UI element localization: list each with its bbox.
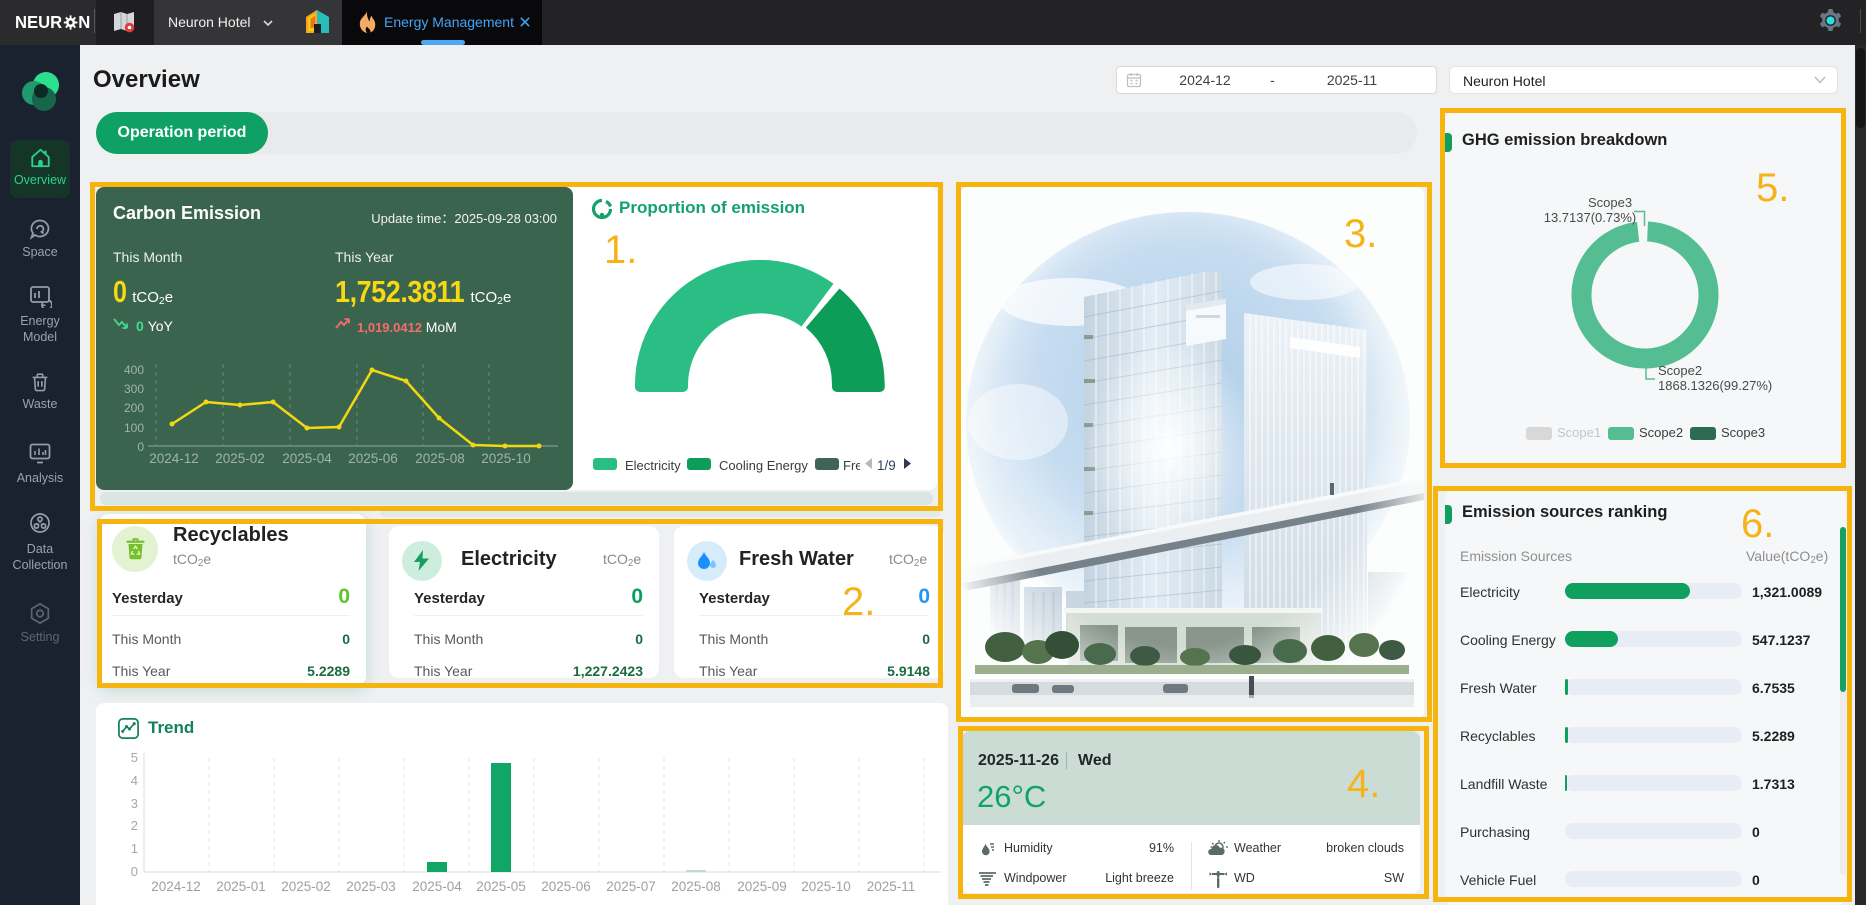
svg-text:100: 100 [124,421,144,435]
svg-text:300: 300 [124,382,144,396]
svg-text:400: 400 [124,363,144,377]
svg-text:2025-04: 2025-04 [412,879,462,894]
svg-text:2025-11: 2025-11 [867,879,916,894]
svg-text:2025-10: 2025-10 [801,879,851,894]
svg-text:2025-02: 2025-02 [215,451,265,464]
svg-text:2025-08: 2025-08 [415,451,465,464]
svg-text:0: 0 [131,864,138,879]
svg-text:3: 3 [131,796,138,811]
svg-text:2025-01: 2025-01 [216,879,266,894]
svg-text:2025-05: 2025-05 [476,879,526,894]
svg-text:200: 200 [124,401,144,415]
svg-text:1: 1 [131,841,138,856]
svg-text:2025-06: 2025-06 [541,879,591,894]
svg-text:2: 2 [131,818,138,833]
svg-text:5: 5 [131,750,138,765]
svg-text:0: 0 [137,440,144,454]
svg-text:2024-12: 2024-12 [149,451,199,464]
svg-text:4: 4 [131,773,138,788]
svg-text:2025-06: 2025-06 [348,451,398,464]
svg-text:2025-10: 2025-10 [481,451,531,464]
svg-text:2025-07: 2025-07 [606,879,656,894]
svg-text:2024-12: 2024-12 [151,879,201,894]
svg-text:2025-04: 2025-04 [282,451,332,464]
svg-text:2025-09: 2025-09 [737,879,787,894]
svg-text:2025-08: 2025-08 [671,879,721,894]
svg-text:2025-03: 2025-03 [346,879,396,894]
svg-text:2025-02: 2025-02 [281,879,331,894]
